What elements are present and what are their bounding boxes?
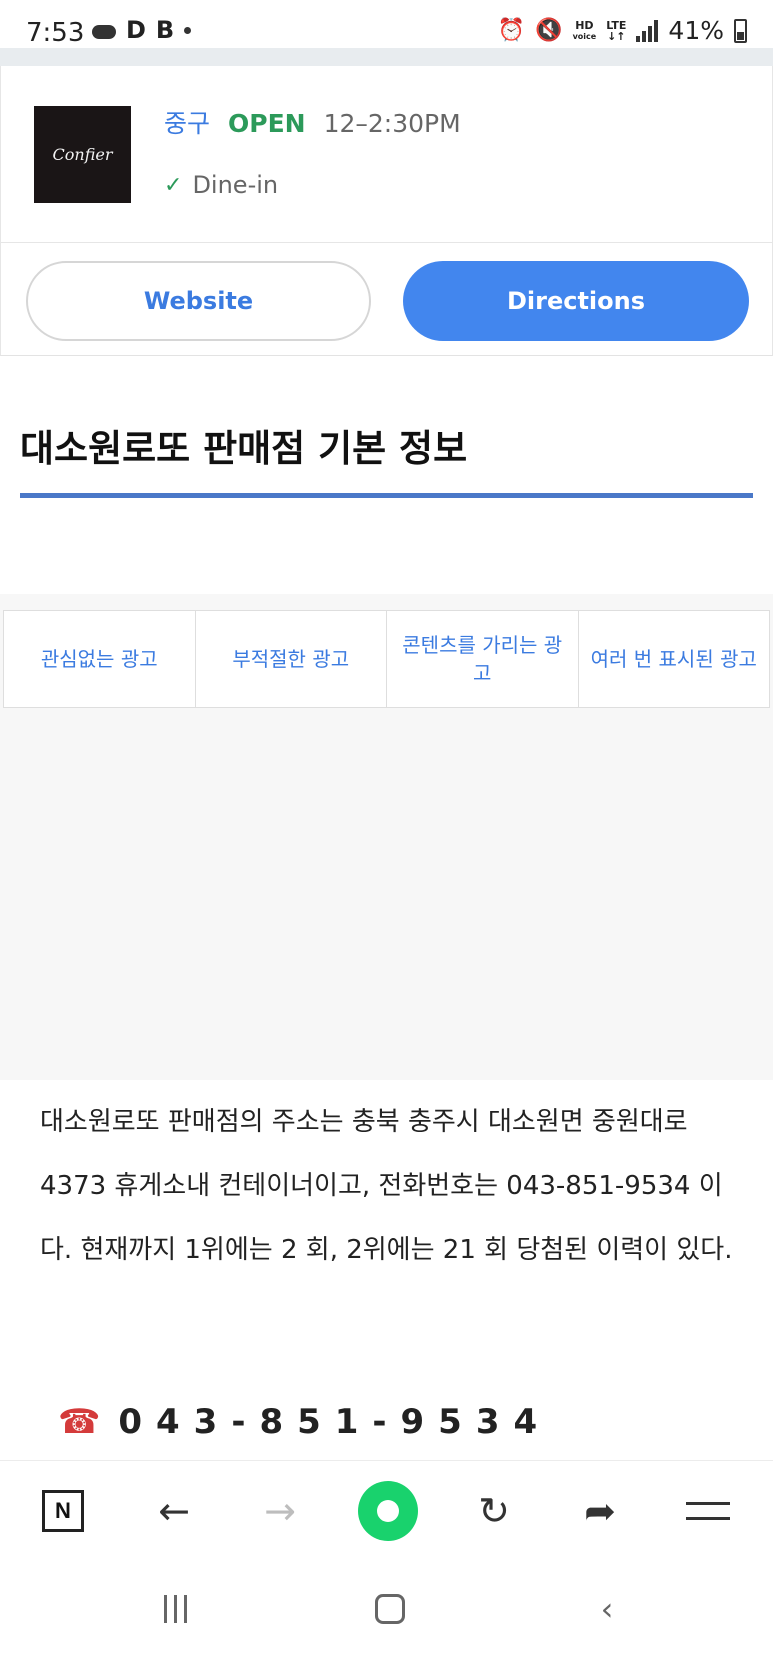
alarm-icon: ⏰ [497, 18, 526, 43]
forward-arrow-icon[interactable]: → [252, 1483, 308, 1539]
status-right-icons: ⏰ 🔇 HD voice LTE ↓↑ 41% [498, 16, 747, 45]
mute-icon: 🔇 [535, 18, 563, 43]
share-glyph: ➦ [584, 1489, 616, 1533]
business-hours: 12–2:30PM [323, 109, 461, 138]
ad-feedback-option[interactable]: 부적절한 광고 [196, 611, 387, 707]
back-chevron: ‹ [600, 1590, 614, 1628]
hd-voice-icon: HD voice [573, 20, 597, 42]
naver-home-icon[interactable]: N [35, 1483, 91, 1539]
home-square [375, 1594, 405, 1624]
recents-icon[interactable] [150, 1586, 200, 1632]
dot-icon [184, 26, 192, 34]
business-card: Confier 중구 OPEN 12–2:30PM ✓ Dine-in Webs… [0, 66, 773, 356]
section-title-underline [20, 493, 753, 498]
b-app-icon: B [155, 16, 175, 44]
map-background-strip [0, 48, 773, 66]
business-service-line: ✓ Dine-in [164, 171, 278, 199]
menu-icon[interactable] [680, 1483, 736, 1539]
check-icon: ✓ [164, 172, 183, 198]
lte-label: LTE [606, 18, 627, 32]
browser-toolbar: N ← → ↻ ➦ [0, 1460, 773, 1560]
business-logo[interactable]: Confier [34, 106, 131, 203]
battery-percent: 41% [668, 16, 724, 45]
naver-n-label: N [42, 1490, 84, 1532]
business-divider [1, 242, 772, 243]
green-dot-icon[interactable] [356, 1479, 420, 1543]
telephone-icon: ☎ [58, 1402, 101, 1442]
forward-arrow-glyph: → [264, 1489, 296, 1533]
hd-top-label: HD [575, 18, 594, 32]
green-circle [358, 1481, 418, 1541]
business-service: Dine-in [192, 171, 279, 199]
share-icon[interactable]: ➦ [572, 1483, 628, 1539]
phone-link[interactable]: ☎ 043-851-9534 [58, 1402, 551, 1442]
ad-feedback-area: 관심없는 광고 부적절한 광고 콘텐츠를 가리는 광고 여러 번 표시된 광고 [0, 594, 773, 1080]
d-app-icon: D [126, 16, 146, 44]
status-bar: 7:53 D B ⏰ 🔇 HD voice LTE ↓↑ 41% [0, 0, 773, 66]
ad-feedback-options: 관심없는 광고 부적절한 광고 콘텐츠를 가리는 광고 여러 번 표시된 광고 [3, 610, 770, 708]
android-nav-bar: ‹ [0, 1560, 773, 1658]
cloud-icon [92, 25, 116, 39]
status-left-icons: D B [92, 16, 192, 44]
refresh-icon[interactable]: ↻ [466, 1483, 522, 1539]
signal-icon [636, 19, 659, 42]
directions-button[interactable]: Directions [403, 261, 749, 341]
hd-bottom-label: voice [572, 31, 597, 41]
website-button[interactable]: Website [26, 261, 371, 341]
business-category: 중구 [164, 109, 211, 138]
refresh-glyph: ↻ [478, 1489, 510, 1533]
ad-feedback-option[interactable]: 여러 번 표시된 광고 [579, 611, 770, 707]
home-icon[interactable] [365, 1586, 415, 1632]
battery-icon [734, 18, 747, 43]
back-arrow-glyph: ← [158, 1489, 190, 1533]
status-time: 7:53 [26, 18, 85, 48]
business-status-line: 중구 OPEN 12–2:30PM [164, 104, 461, 140]
business-logo-text: Confier [52, 145, 113, 164]
hamburger-lines [686, 1502, 730, 1520]
lte-arrows-icon: ↓↑ [607, 29, 626, 43]
recents-lines [163, 1595, 187, 1623]
business-open-status: OPEN [228, 109, 306, 138]
store-description: 대소원로또 판매점의 주소는 충북 충주시 대소원면 중원대로 4373 휴게소… [40, 1107, 733, 1265]
ad-feedback-option[interactable]: 관심없는 광고 [4, 611, 196, 707]
phone-number: 043-851-9534 [118, 1402, 552, 1442]
back-icon[interactable]: ‹ [582, 1586, 632, 1632]
ad-feedback-option[interactable]: 콘텐츠를 가리는 광고 [387, 611, 579, 707]
back-arrow-icon[interactable]: ← [146, 1483, 202, 1539]
section-title: 대소원로또 판매점 기본 정보 [20, 427, 468, 470]
lte-icon: LTE ↓↑ [606, 20, 626, 42]
